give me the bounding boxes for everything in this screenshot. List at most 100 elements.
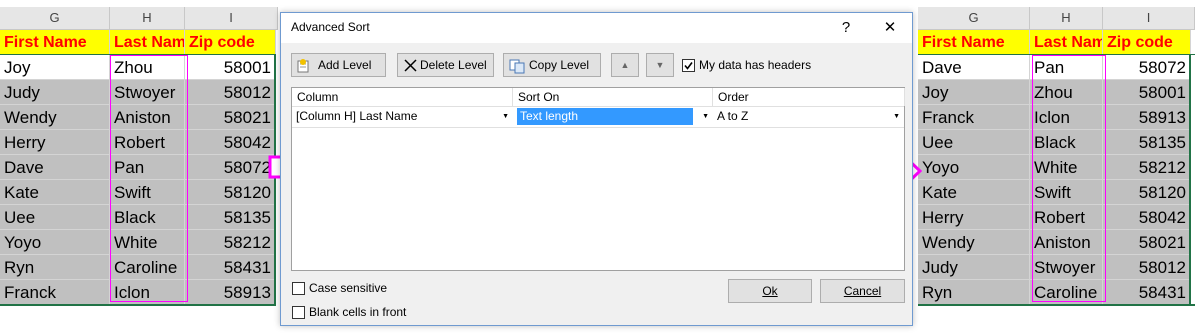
- cell-first[interactable]: Uee: [0, 205, 110, 230]
- cell-zip[interactable]: 58135: [1103, 130, 1191, 155]
- cell-zip[interactable]: 58431: [1103, 280, 1191, 305]
- copy-level-button[interactable]: Copy Level: [503, 53, 601, 77]
- cell-last[interactable]: Robert: [110, 130, 185, 155]
- col-header-h[interactable]: H: [110, 7, 185, 30]
- cell-zip[interactable]: 58072: [185, 155, 276, 180]
- cell-last[interactable]: Zhou: [1030, 80, 1103, 105]
- cell-zip[interactable]: 58012: [185, 80, 276, 105]
- case-sensitive-label[interactable]: Case sensitive: [309, 281, 387, 295]
- sort-on-select[interactable]: Text length ▼: [513, 107, 713, 126]
- sort-levels-grid: Column Sort On Order [Column H] Last Nam…: [291, 87, 905, 271]
- cell-last[interactable]: Zhou: [110, 55, 185, 80]
- cell-zip[interactable]: 58072: [1103, 55, 1191, 80]
- cell-first[interactable]: Wendy: [918, 230, 1030, 255]
- cancel-button[interactable]: Cancel: [820, 279, 905, 303]
- cell-first[interactable]: Ryn: [0, 255, 110, 280]
- header-cell-zip[interactable]: Zip code: [1103, 30, 1191, 55]
- cell-zip[interactable]: 58001: [1103, 80, 1191, 105]
- cell-first[interactable]: Herry: [918, 205, 1030, 230]
- sort-on-header: Sort On: [513, 88, 713, 106]
- col-header-i[interactable]: I: [185, 7, 278, 30]
- header-cell-last[interactable]: Last Nam: [1030, 30, 1103, 55]
- cell-zip[interactable]: 58042: [1103, 205, 1191, 230]
- header-cell-last[interactable]: Last Nam: [110, 30, 185, 55]
- cell-first[interactable]: Joy: [0, 55, 110, 80]
- close-button[interactable]: ✕: [875, 16, 905, 40]
- cell-first[interactable]: Judy: [0, 80, 110, 105]
- move-up-button[interactable]: ▲: [611, 53, 639, 77]
- order-select[interactable]: A to Z ▼: [713, 107, 904, 126]
- ok-button[interactable]: Ok: [728, 279, 812, 303]
- cell-first[interactable]: Franck: [918, 105, 1030, 130]
- cell-first[interactable]: Yoyo: [918, 155, 1030, 180]
- cell-zip[interactable]: 58021: [1103, 230, 1191, 255]
- cell-last[interactable]: White: [110, 230, 185, 255]
- add-level-button[interactable]: Add Level: [291, 53, 386, 77]
- header-cell-zip[interactable]: Zip code: [185, 30, 276, 55]
- cell-zip[interactable]: 58012: [1103, 255, 1191, 280]
- dialog-titlebar[interactable]: Advanced Sort ? ✕: [281, 13, 912, 43]
- cell-zip[interactable]: 58135: [185, 205, 276, 230]
- col-header-g[interactable]: G: [918, 7, 1030, 30]
- dialog-title: Advanced Sort: [291, 20, 370, 34]
- cell-zip[interactable]: 58021: [185, 105, 276, 130]
- cell-last[interactable]: Iclon: [1030, 105, 1103, 130]
- right-sheet: G H I First Name Last Nam Zip code Dave Pan 5…: [918, 0, 1195, 334]
- cell-first[interactable]: Franck: [0, 280, 110, 305]
- cell-first[interactable]: Yoyo: [0, 230, 110, 255]
- cell-last[interactable]: Swift: [110, 180, 185, 205]
- cell-first[interactable]: Judy: [918, 255, 1030, 280]
- cell-last[interactable]: Stwoyer: [110, 80, 185, 105]
- col-header-i[interactable]: I: [1103, 7, 1195, 30]
- cell-first[interactable]: Dave: [918, 55, 1030, 80]
- cell-first[interactable]: Ryn: [918, 280, 1030, 305]
- cell-first[interactable]: Kate: [0, 180, 110, 205]
- cell-last[interactable]: Stwoyer: [1030, 255, 1103, 280]
- cell-last[interactable]: Robert: [1030, 205, 1103, 230]
- cell-zip[interactable]: 58001: [185, 55, 276, 80]
- cell-first[interactable]: Uee: [918, 130, 1030, 155]
- cell-last[interactable]: Iclon: [110, 280, 185, 305]
- cell-last[interactable]: White: [1030, 155, 1103, 180]
- help-button[interactable]: ?: [831, 16, 861, 40]
- cell-zip[interactable]: 58120: [1103, 180, 1191, 205]
- headers-checkbox-label[interactable]: My data has headers: [699, 58, 811, 72]
- cell-first[interactable]: Joy: [918, 80, 1030, 105]
- move-down-button[interactable]: ▼: [646, 53, 674, 77]
- cell-first[interactable]: Dave: [0, 155, 110, 180]
- cell-last[interactable]: Pan: [110, 155, 185, 180]
- col-header-h[interactable]: H: [1030, 7, 1103, 30]
- cell-last[interactable]: Aniston: [1030, 230, 1103, 255]
- cell-last[interactable]: Black: [110, 205, 185, 230]
- copy-level-label: Copy Level: [529, 58, 590, 72]
- sort-on-select-value: Text length: [517, 108, 693, 125]
- cell-first[interactable]: Wendy: [0, 105, 110, 130]
- blank-cells-label[interactable]: Blank cells in front: [309, 305, 406, 319]
- blank-cells-checkbox[interactable]: [292, 306, 305, 319]
- left-sheet: G H I First Name Last Nam Zip code Joy Zhou 5…: [0, 0, 278, 334]
- header-cell-first[interactable]: First Name: [918, 30, 1030, 55]
- headers-checkbox[interactable]: [682, 59, 695, 72]
- cell-last[interactable]: Swift: [1030, 180, 1103, 205]
- cell-last[interactable]: Caroline: [1030, 280, 1103, 305]
- cell-first[interactable]: Herry: [0, 130, 110, 155]
- cell-zip[interactable]: 58913: [185, 280, 276, 305]
- cell-first[interactable]: Kate: [918, 180, 1030, 205]
- cell-zip[interactable]: 58913: [1103, 105, 1191, 130]
- checkmark-icon: [684, 62, 693, 70]
- cell-last[interactable]: Aniston: [110, 105, 185, 130]
- cell-last[interactable]: Caroline: [110, 255, 185, 280]
- delete-level-button[interactable]: Delete Level: [397, 53, 494, 77]
- cell-zip[interactable]: 58120: [185, 180, 276, 205]
- cell-last[interactable]: Black: [1030, 130, 1103, 155]
- advanced-sort-dialog: Advanced Sort ? ✕ Add Level Delete Level…: [280, 12, 913, 326]
- case-sensitive-checkbox[interactable]: [292, 282, 305, 295]
- cell-zip[interactable]: 58042: [185, 130, 276, 155]
- cell-zip[interactable]: 58212: [185, 230, 276, 255]
- col-header-g[interactable]: G: [0, 7, 110, 30]
- cell-last[interactable]: Pan: [1030, 55, 1103, 80]
- header-cell-first[interactable]: First Name: [0, 30, 110, 55]
- column-select[interactable]: [Column H] Last Name ▼: [292, 107, 513, 126]
- cell-zip[interactable]: 58431: [185, 255, 276, 280]
- cell-zip[interactable]: 58212: [1103, 155, 1191, 180]
